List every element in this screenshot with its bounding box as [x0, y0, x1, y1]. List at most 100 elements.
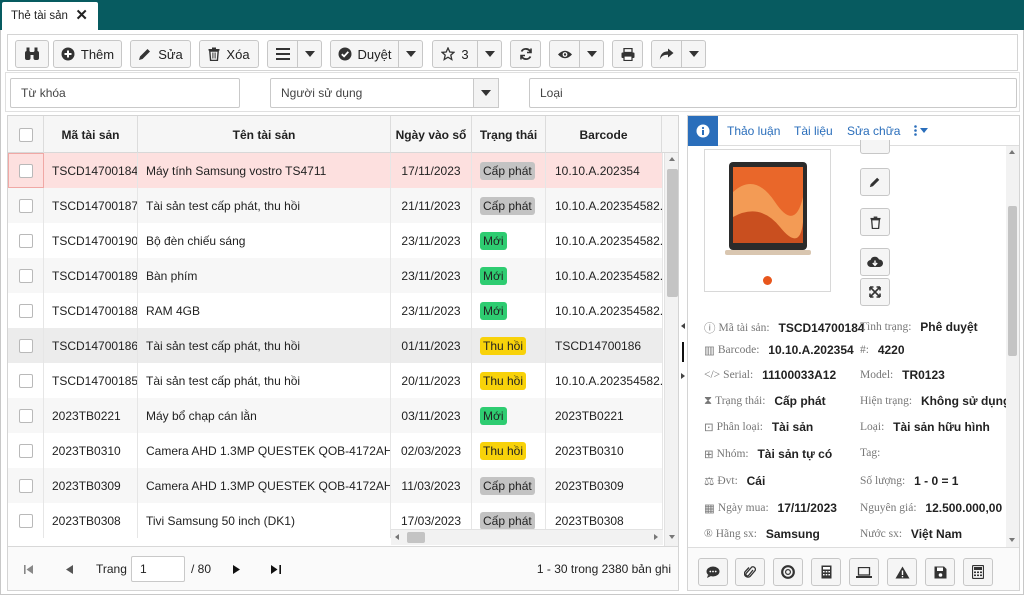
header-status[interactable]: Trạng thái — [472, 116, 546, 153]
row-checkbox[interactable] — [18, 268, 33, 283]
warning-button[interactable] — [887, 558, 917, 586]
cell-barcode: 10.10.A.202354582... — [546, 293, 663, 328]
approve-dropdown[interactable] — [398, 40, 423, 68]
attachments-button[interactable] — [735, 558, 765, 586]
group-value: Tài sản tự có — [757, 447, 833, 461]
row-checkbox[interactable] — [18, 373, 33, 388]
edit-image-button[interactable] — [860, 168, 890, 196]
delete-image-button[interactable] — [860, 208, 890, 236]
header-entry-date[interactable]: Ngày vào sổ — [391, 116, 472, 153]
table-row[interactable]: TSCD14700189 Bàn phím 23/11/2023 Mới 10.10.A… — [8, 258, 663, 293]
scroll-up-icon[interactable] — [1009, 150, 1015, 154]
search-button[interactable] — [15, 40, 49, 68]
vertical-scroll-thumb[interactable] — [667, 169, 678, 297]
type-input[interactable]: Loại — [529, 78, 1017, 108]
save-button[interactable] — [925, 558, 955, 586]
table-row[interactable]: TSCD14700188 RAM 4GB 23/11/2023 Mới 10.10.A.… — [8, 293, 663, 328]
laptop-icon — [856, 566, 872, 578]
horizontal-scrollbar[interactable] — [391, 529, 663, 545]
approve-button[interactable]: Duyệt — [330, 40, 399, 68]
user-select-dropdown[interactable] — [473, 78, 499, 108]
table-row[interactable]: 2023TB0221 Máy bổ chạp cán lằn 03/11/2023 M… — [8, 398, 663, 433]
tab-repairs[interactable]: Sửa chữa — [847, 124, 900, 138]
row-checkbox[interactable] — [18, 198, 33, 213]
tab-documents[interactable]: Tài liệu — [794, 124, 833, 138]
row-checkbox[interactable] — [18, 233, 33, 248]
header-asset-name[interactable]: Tên tài sản — [138, 116, 391, 153]
expand-right-icon[interactable] — [681, 373, 685, 379]
tab-info[interactable] — [688, 116, 718, 146]
menu-dropdown[interactable] — [297, 40, 322, 68]
row-checkbox[interactable] — [18, 478, 33, 493]
view-image-button[interactable] — [860, 140, 890, 154]
scroll-down-icon[interactable] — [669, 535, 675, 539]
menu-button[interactable] — [267, 40, 298, 68]
print-button[interactable] — [612, 40, 643, 68]
user-select[interactable]: Người sử dụng — [270, 78, 474, 108]
row-checkbox[interactable] — [18, 443, 33, 458]
table-row[interactable]: TSCD14700187 Tài sản test cấp phát, thu h… — [8, 188, 663, 223]
header-asset-code[interactable]: Mã tài sản — [44, 116, 138, 153]
cell-asset-name-text: Bộ đèn chiếu sáng — [146, 233, 246, 248]
row-checkbox[interactable] — [18, 513, 33, 528]
device-button[interactable] — [849, 558, 879, 586]
cell-asset-code: TSCD14700190 — [44, 223, 138, 258]
condition-label: Tình trạng: — [860, 321, 912, 333]
page-number-input[interactable]: 1 — [131, 556, 185, 582]
download-image-button[interactable] — [860, 248, 890, 276]
row-checkbox[interactable] — [18, 338, 33, 353]
calculator-tool-button[interactable] — [963, 558, 993, 586]
edit-button[interactable]: Sửa — [130, 40, 191, 68]
row-checkbox[interactable] — [18, 408, 33, 423]
detail-scrollbar[interactable] — [1006, 146, 1019, 547]
table-row[interactable]: TSCD14700184 Máy tính Samsung vostro TS47… — [8, 153, 663, 188]
vertical-dots-icon — [914, 125, 917, 136]
row-checkbox[interactable] — [18, 303, 33, 318]
table-row[interactable]: 2023TB0310 Camera AHD 1.3MP QUESTEK QOB-4… — [8, 433, 663, 468]
panel-splitter[interactable] — [680, 115, 687, 591]
tag-label: Tag: — [860, 447, 881, 459]
scroll-left-icon[interactable] — [395, 534, 399, 540]
scroll-down-icon[interactable] — [1009, 538, 1015, 542]
carousel-dot[interactable] — [763, 276, 772, 285]
previous-page-icon[interactable] — [66, 565, 73, 574]
last-page-icon[interactable] — [271, 565, 281, 574]
tab-asset-card[interactable]: Thẻ tài sản ✕ — [2, 2, 98, 30]
table-row[interactable]: TSCD14700186 Tài sản test cấp phát, thu h… — [8, 328, 663, 363]
vertical-scrollbar[interactable] — [664, 153, 678, 546]
share-button[interactable] — [651, 40, 682, 68]
cell-select — [8, 398, 44, 433]
favorite-button[interactable]: 3 — [432, 40, 478, 68]
keyword-input[interactable]: Từ khóa — [10, 78, 240, 108]
delete-button[interactable]: Xóa — [199, 40, 259, 68]
scroll-up-icon[interactable] — [669, 157, 675, 161]
detail-scroll-thumb[interactable] — [1008, 206, 1017, 356]
calculator-button[interactable] — [811, 558, 841, 586]
view-button[interactable] — [549, 40, 580, 68]
add-button[interactable]: Thêm — [53, 40, 122, 68]
tab-discussion[interactable]: Thảo luận — [727, 124, 780, 138]
select-all-checkbox[interactable] — [18, 127, 33, 142]
refresh-button[interactable] — [510, 40, 541, 68]
support-button[interactable] — [773, 558, 803, 586]
horizontal-scroll-thumb[interactable] — [407, 532, 425, 543]
header-barcode[interactable]: Barcode — [546, 116, 662, 153]
cell-asset-code: 2023TB0221 — [44, 398, 138, 433]
table-row[interactable]: TSCD14700185 Tài sản test cấp phát, thu h… — [8, 363, 663, 398]
close-tab-icon[interactable]: ✕ — [75, 8, 88, 23]
next-page-icon[interactable] — [233, 565, 240, 574]
comments-button[interactable] — [698, 558, 728, 586]
share-dropdown[interactable] — [681, 40, 706, 68]
collapse-left-icon[interactable] — [681, 323, 685, 329]
favorite-dropdown[interactable] — [477, 40, 502, 68]
splitter-grip[interactable] — [682, 342, 684, 362]
row-checkbox[interactable] — [18, 163, 33, 178]
table-row[interactable]: TSCD14700190 Bộ đèn chiếu sáng 23/11/2023 M… — [8, 223, 663, 258]
view-dropdown[interactable] — [579, 40, 604, 68]
table-row[interactable]: 2023TB0309 Camera AHD 1.3MP QUESTEK QOB-4… — [8, 468, 663, 503]
more-tabs-button[interactable] — [914, 125, 928, 136]
cell-barcode-text: 10.10.A.202354582... — [555, 268, 663, 283]
first-page-icon[interactable] — [24, 565, 34, 574]
fullscreen-image-button[interactable] — [860, 278, 890, 306]
scroll-right-icon[interactable] — [654, 534, 658, 540]
